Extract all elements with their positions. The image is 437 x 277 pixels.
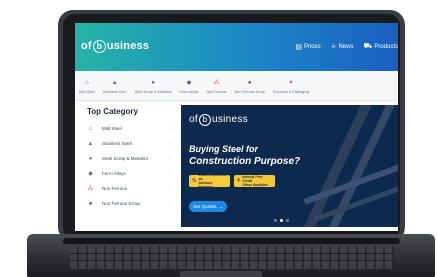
carousel-dot[interactable] <box>274 219 277 222</box>
cart-icon: ⛟ <box>363 43 373 50</box>
ferro-alloys-icon: ◆ <box>186 79 192 86</box>
category-polymers[interactable]: ✦ Polymers & Packaging <box>269 71 313 101</box>
laptop-hinge <box>63 238 400 244</box>
stainless-steel-icon: ▲ <box>111 79 118 86</box>
category-mild-steel[interactable]: ⌂ Mild Steel <box>75 71 99 101</box>
hero-banner[interactable]: of b usiness Buying Steel for Construction… <box>181 105 398 227</box>
site-header: of b usiness ▤ Prices ✧ News ⛟ Products <box>75 23 398 71</box>
category-label: Mild Steel <box>79 89 95 94</box>
banner-heading-line2: Construction Purpose? <box>189 156 301 167</box>
top-category-item-non-ferrous-scrap[interactable]: ● Non Ferrous Scrap › <box>83 196 175 211</box>
top-category-panel: Top Category ⌂ Mild Steel › ▲ Stainless … <box>83 105 175 227</box>
top-category-label: Stainless Steel <box>102 141 132 146</box>
non-ferrous-scrap-icon: ● <box>88 200 93 207</box>
top-category-label: Ferro Alloys <box>102 171 126 176</box>
top-category-title: Top Category <box>87 107 138 116</box>
chevron-right-icon: › <box>169 125 171 132</box>
chevron-right-icon: › <box>169 155 171 162</box>
nav-products-label: Products <box>374 43 398 50</box>
top-category-item-stainless-steel[interactable]: ▲ Stainless Steel › <box>83 136 175 151</box>
chevron-right-icon: › <box>169 140 171 147</box>
category-label: Stainless Steel <box>102 89 127 94</box>
steel-scrap-icon: ● <box>151 79 155 86</box>
top-category-item-non-ferrous[interactable]: ⁂ Non Ferrous › <box>83 181 175 196</box>
nav-prices-label: Prices <box>303 43 321 50</box>
offer-line2: Offers Available <box>242 183 268 187</box>
polymers-icon: ✦ <box>288 79 294 86</box>
offer-line1: Instant Discounts on <box>198 173 227 181</box>
price-icon: ▤ <box>295 43 302 51</box>
keyboard-row-gap <box>70 253 394 254</box>
category-non-ferrous-scrap[interactable]: ● Non Ferrous Scrap <box>230 71 268 101</box>
laptop-mockup: ofbusiness ▤ Prices ✧ News ⛟ Products <box>0 0 437 277</box>
offer-tag-credit: ₹ Interest Free Credit Offers Available <box>234 175 275 187</box>
header-nav: ▤ Prices ✧ News ⛟ Products <box>295 42 398 51</box>
discount-icon: % <box>192 178 197 184</box>
category-ferro-alloys[interactable]: ◆ Ferro Alloys <box>176 71 203 101</box>
banner-logo-suffix: usiness <box>211 114 248 125</box>
top-category-label: Mild Steel <box>102 126 122 131</box>
nav-news[interactable]: ✧ News <box>331 42 354 51</box>
non-ferrous-icon: ⁂ <box>87 186 94 192</box>
nav-prices[interactable]: ▤ Prices <box>295 42 320 51</box>
non-ferrous-scrap-icon: ● <box>247 79 252 86</box>
stainless-steel-icon: ▲ <box>87 140 94 147</box>
category-label: Ferro Alloys <box>179 89 199 94</box>
carousel-dot-active[interactable] <box>280 219 283 222</box>
category-label: Polymers & Packaging <box>272 89 309 94</box>
logo-suffix: usiness <box>106 40 150 52</box>
category-label: Non Ferrous Scrap <box>234 89 265 94</box>
chevron-right-icon: › <box>169 185 171 192</box>
laptop-screen: ofbusiness ▤ Prices ✧ News ⛟ Products <box>75 23 398 231</box>
ferro-alloys-icon: ◆ <box>88 171 93 177</box>
laptop-keyboard <box>70 246 394 269</box>
category-steel-scrap[interactable]: ● Steel Scrap & Metallics <box>131 71 176 101</box>
mild-steel-icon: ⌂ <box>88 125 93 132</box>
credit-icon: ₹ <box>237 178 241 184</box>
keyboard-row-gap <box>70 260 394 261</box>
get-quotes-button[interactable]: Get Quotes → <box>189 201 227 212</box>
site-logo[interactable]: of b usiness <box>81 40 149 53</box>
get-quotes-label: Get Quotes <box>192 204 217 209</box>
non-ferrous-icon: ⁂ <box>213 79 220 86</box>
news-icon: ✧ <box>330 43 337 51</box>
banner-logo-prefix: of <box>189 114 198 125</box>
nav-products[interactable]: ⛟ Products <box>364 42 399 51</box>
category-strip: ⌂ Mild Steel ▲ Stainless Steel ● Steel S… <box>75 71 398 101</box>
arrow-right-icon: → <box>218 204 224 209</box>
banner-heading-line1: Buying Steel for <box>189 144 259 154</box>
offer-tag-discount: % Instant Discounts on Advance Payment <box>189 173 230 189</box>
laptop-trackpad <box>180 271 262 277</box>
steel-scrap-icon: ● <box>88 155 93 162</box>
offer-line1: Interest Free Credit <box>242 175 263 183</box>
banner-logo-circle-b: b <box>198 114 211 126</box>
top-category-label: Non Ferrous <box>102 186 128 191</box>
top-category-label: Steel Scrap & Metallics <box>102 156 149 161</box>
offer-line2: Advance Payment <box>198 181 213 189</box>
category-label: Non Ferrous <box>206 89 227 94</box>
category-non-ferrous[interactable]: ⁂ Non Ferrous <box>203 71 231 101</box>
top-category-item-mild-steel[interactable]: ⌂ Mild Steel › <box>83 121 175 136</box>
chevron-right-icon: › <box>169 170 171 177</box>
top-category-label: Non Ferrous Scrap <box>102 201 141 206</box>
logo-prefix: of <box>81 40 92 52</box>
top-category-item-steel-scrap[interactable]: ● Steel Scrap & Metallics › <box>83 151 175 166</box>
category-label: Steel Scrap & Metallics <box>134 89 172 94</box>
offer-text: Interest Free Credit Offers Available <box>242 175 272 187</box>
nav-news-label: News <box>338 43 354 50</box>
top-category-item-ferro-alloys[interactable]: ◆ Ferro Alloys › <box>83 166 175 181</box>
category-stainless-steel[interactable]: ▲ Stainless Steel <box>99 71 131 101</box>
banner-logo: of b usiness <box>189 114 248 126</box>
carousel-dots <box>274 219 289 222</box>
chevron-right-icon: › <box>169 200 171 207</box>
carousel-dot[interactable] <box>286 219 289 222</box>
offer-text: Instant Discounts on Advance Payment <box>198 173 227 189</box>
logo-circle-b: b <box>92 40 106 53</box>
mild-steel-icon: ⌂ <box>85 79 89 86</box>
